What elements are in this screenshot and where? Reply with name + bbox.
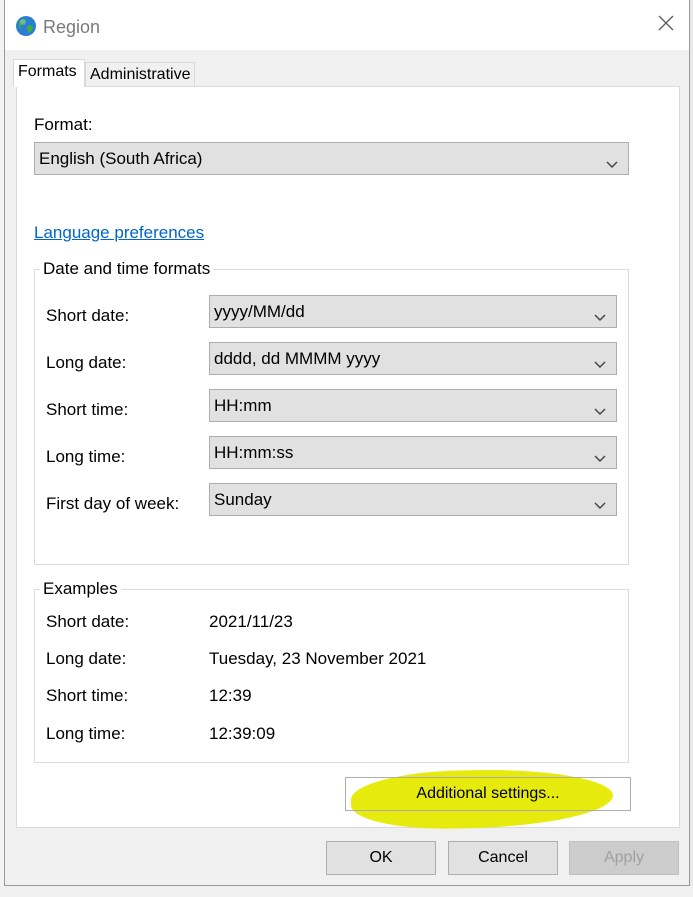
long-time-select-value: HH:mm:ss <box>214 443 294 462</box>
chevron-down-icon <box>594 354 606 368</box>
tab-formats[interactable]: Formats <box>13 59 85 87</box>
title-bar: Region <box>5 0 689 50</box>
example-short-time-value: 12:39 <box>209 686 252 705</box>
close-icon <box>658 15 674 36</box>
ok-button[interactable]: OK <box>326 841 436 875</box>
long-date-select[interactable]: dddd, dd MMMM yyyy <box>209 342 617 375</box>
first-day-of-week-label: First day of week: <box>46 494 180 513</box>
long-date-label: Long date: <box>46 353 127 372</box>
chevron-down-icon <box>594 401 606 415</box>
short-time-select[interactable]: HH:mm <box>209 389 617 422</box>
chevron-down-icon <box>594 448 606 462</box>
tab-administrative-label: Administrative <box>90 66 191 83</box>
example-long-date-label: Long date: <box>46 649 127 668</box>
example-short-time-label: Short time: <box>46 686 129 705</box>
close-button[interactable] <box>643 0 689 50</box>
example-long-date-value: Tuesday, 23 November 2021 <box>209 649 427 668</box>
format-select-value: English (South Africa) <box>39 149 203 168</box>
first-day-of-week-select[interactable]: Sunday <box>209 483 617 516</box>
tab-formats-label: Formats <box>18 63 77 80</box>
date-time-formats-group: Date and time formats Short date: yyyy/M… <box>34 259 629 565</box>
short-date-select[interactable]: yyyy/MM/dd <box>209 295 617 328</box>
long-time-select[interactable]: HH:mm:ss <box>209 436 617 469</box>
language-preferences-link[interactable]: Language preferences <box>34 223 204 243</box>
ok-label: OK <box>369 849 393 866</box>
short-date-select-value: yyyy/MM/dd <box>214 302 305 321</box>
example-long-time-label: Long time: <box>46 724 126 743</box>
chevron-down-icon <box>594 495 606 509</box>
short-date-label: Short date: <box>46 306 130 325</box>
additional-settings-label: Additional settings... <box>416 785 560 802</box>
globe-icon <box>14 14 38 38</box>
examples-group: Examples Short date: 2021/11/23 Long dat… <box>34 579 629 763</box>
additional-settings-button[interactable]: Additional settings... <box>345 777 631 811</box>
long-date-select-value: dddd, dd MMMM yyyy <box>214 349 381 368</box>
format-label: Format: <box>34 115 93 134</box>
tab-administrative[interactable]: Administrative <box>85 62 195 87</box>
region-dialog: Region Formats Administrative Format: En… <box>4 0 690 886</box>
long-time-label: Long time: <box>46 447 126 466</box>
short-time-select-value: HH:mm <box>214 396 272 415</box>
examples-title: Examples <box>40 579 121 599</box>
formats-panel: Format: English (South Africa) Language … <box>16 86 680 828</box>
short-time-label: Short time: <box>46 400 129 419</box>
chevron-down-icon <box>594 307 606 321</box>
chevron-down-icon <box>606 154 618 168</box>
example-short-date-value: 2021/11/23 <box>209 612 293 631</box>
apply-label: Apply <box>603 849 645 866</box>
window-title: Region <box>43 17 101 37</box>
format-select[interactable]: English (South Africa) <box>34 142 629 175</box>
first-day-of-week-select-value: Sunday <box>214 490 272 509</box>
example-short-date-label: Short date: <box>46 612 130 631</box>
cancel-button[interactable]: Cancel <box>448 841 558 875</box>
background-bottom-strip <box>0 886 693 897</box>
example-long-time-value: 12:39:09 <box>209 724 276 743</box>
apply-button[interactable]: Apply <box>569 841 679 875</box>
cancel-label: Cancel <box>478 849 528 866</box>
date-time-formats-title: Date and time formats <box>40 259 214 279</box>
